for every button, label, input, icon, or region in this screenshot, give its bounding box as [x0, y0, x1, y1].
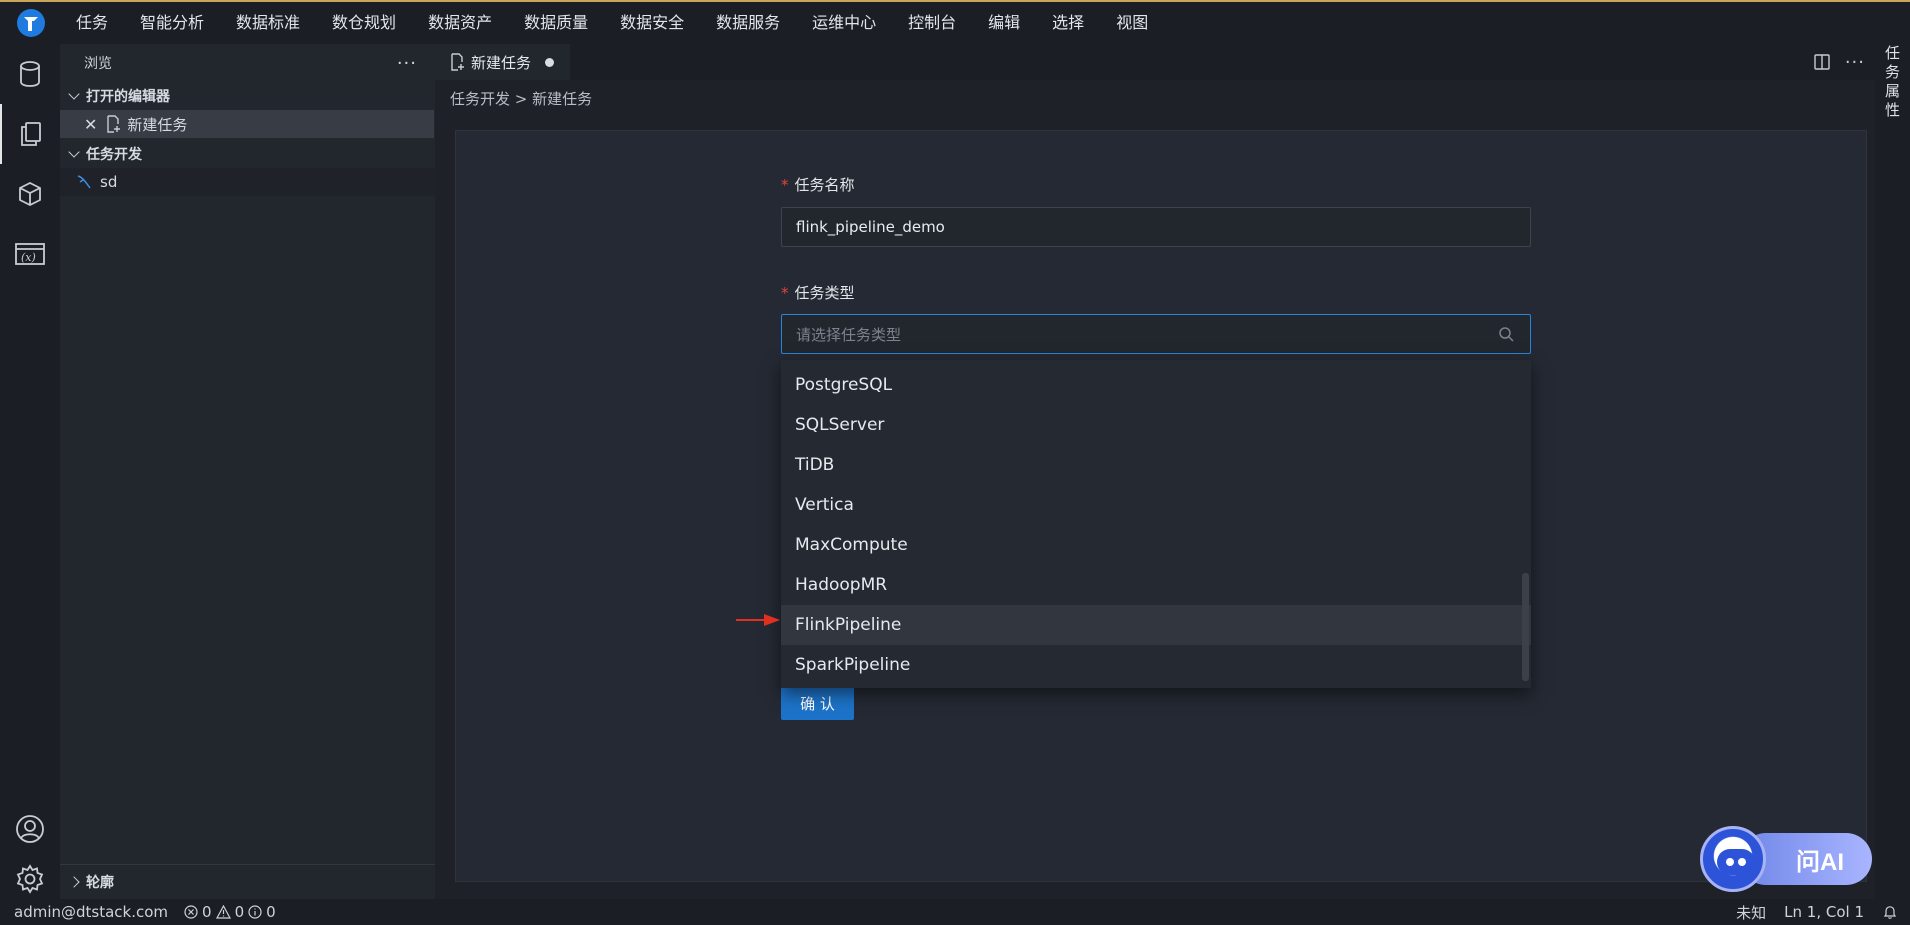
dropdown-option[interactable]: HadoopMR: [781, 565, 1531, 605]
menu-item-task[interactable]: 任务: [60, 2, 124, 44]
status-bar: admin@dtstack.com 0 0 0 未知 Ln 1, Col 1: [0, 899, 1910, 925]
activity-bar: (x): [0, 44, 60, 899]
breadcrumb-separator: >: [514, 90, 528, 108]
status-user[interactable]: admin@dtstack.com: [14, 903, 168, 921]
top-menu-bar: 任务 智能分析 数据标准 数仓规划 数据资产 数据质量 数据安全 数据服务 运维…: [0, 0, 1910, 44]
task-dev-label: 任务开发: [86, 147, 142, 163]
open-editor-item[interactable]: ✕ 新建任务: [60, 110, 434, 138]
new-file-icon: [107, 115, 121, 133]
dropdown-option[interactable]: Vertica: [781, 485, 1531, 525]
menu-item-data-standard[interactable]: 数据标准: [220, 2, 316, 44]
task-name-value: flink_pipeline_demo: [796, 218, 945, 236]
task-type-label: * 任务类型: [781, 282, 855, 303]
task-tree-item[interactable]: sd: [60, 168, 435, 196]
warning-count: 0: [234, 903, 245, 921]
status-right: 未知 Ln 1, Col 1: [1736, 902, 1910, 923]
more-actions-icon[interactable]: ···: [1845, 52, 1865, 73]
chevron-down-icon: [68, 88, 80, 100]
task-name-label: * 任务名称: [781, 174, 855, 195]
tab-new-task[interactable]: 新建任务: [435, 44, 570, 80]
task-dev-section[interactable]: 任务开发: [60, 140, 435, 168]
tab-bar: 新建任务 ···: [435, 44, 1875, 80]
menu-item-console[interactable]: 控制台: [892, 2, 972, 44]
task-tree-label: sd: [100, 173, 118, 191]
task-type-label-text: 任务类型: [794, 284, 855, 302]
dropdown-option[interactable]: TiDB: [781, 445, 1531, 485]
open-editors-label: 打开的编辑器: [86, 89, 170, 105]
task-name-input[interactable]: flink_pipeline_demo: [781, 207, 1531, 247]
menu-item-view[interactable]: 视图: [1100, 2, 1164, 44]
flink-task-icon: [77, 175, 91, 189]
info-icon: [248, 905, 262, 919]
status-cursor-position[interactable]: Ln 1, Col 1: [1784, 903, 1864, 921]
split-editor-icon[interactable]: [1813, 53, 1831, 71]
menu-item-warehouse-planning[interactable]: 数仓规划: [316, 2, 412, 44]
right-side-bar: 任务属性: [1875, 44, 1910, 899]
menu-item-edit[interactable]: 编辑: [972, 2, 1036, 44]
tab-label: 新建任务: [471, 53, 532, 72]
tab-actions: ···: [1813, 44, 1865, 80]
status-left: admin@dtstack.com 0 0 0: [0, 903, 276, 921]
open-editors-section[interactable]: 打开的编辑器: [60, 82, 435, 110]
outline-label: 轮廓: [86, 875, 114, 891]
error-icon: [184, 905, 198, 919]
warning-icon: [215, 905, 231, 919]
menu-item-select[interactable]: 选择: [1036, 2, 1100, 44]
explorer-sidebar: 浏览 ··· 打开的编辑器 ✕ 新建任务 任务开发 sd 轮廓: [60, 44, 435, 899]
ai-robot-eye: [1726, 858, 1734, 866]
menu-item-data-service[interactable]: 数据服务: [700, 2, 796, 44]
notification-bell-icon[interactable]: [1882, 904, 1898, 920]
sidebar-title: 浏览: [84, 56, 112, 72]
red-arrow-annotation-icon: [736, 614, 780, 626]
outline-section[interactable]: 轮廓: [60, 864, 435, 899]
task-type-placeholder: 请选择任务类型: [796, 325, 902, 344]
task-type-dropdown: PostgreSQL SQLServer TiDB Vertica MaxCom…: [781, 360, 1531, 688]
menu-item-data-quality[interactable]: 数据质量: [508, 2, 604, 44]
task-type-select[interactable]: 请选择任务类型: [781, 314, 1531, 354]
breadcrumb-part[interactable]: 任务开发: [450, 90, 510, 108]
menu-item-data-security[interactable]: 数据安全: [604, 2, 700, 44]
problems-indicator[interactable]: 0 0 0: [184, 903, 276, 921]
explorer-icon[interactable]: [0, 104, 60, 164]
status-language[interactable]: 未知: [1736, 902, 1766, 923]
main-menu: 任务 智能分析 数据标准 数仓规划 数据资产 数据质量 数据安全 数据服务 运维…: [60, 2, 1164, 44]
confirm-button[interactable]: 确 认: [781, 686, 854, 720]
breadcrumb: 任务开发 > 新建任务: [450, 88, 592, 109]
dropdown-scrollbar[interactable]: [1522, 573, 1529, 681]
app-logo[interactable]: [16, 8, 46, 38]
chevron-down-icon: [68, 146, 80, 158]
ai-robot-eye: [1738, 858, 1746, 866]
error-count: 0: [202, 903, 212, 921]
database-icon[interactable]: [0, 44, 60, 104]
close-icon[interactable]: ✕: [84, 115, 97, 134]
info-count: 0: [266, 903, 276, 921]
unsaved-dot-icon[interactable]: [545, 57, 555, 67]
search-icon: [1499, 327, 1514, 342]
open-editor-label: 新建任务: [127, 115, 188, 134]
required-asterisk: *: [781, 176, 789, 194]
ai-robot-face: [1717, 849, 1755, 875]
dropdown-option[interactable]: PostgreSQL: [781, 365, 1531, 405]
chevron-right-icon: [68, 876, 80, 888]
dropdown-option[interactable]: MaxCompute: [781, 525, 1531, 565]
menu-item-ops-center[interactable]: 运维中心: [796, 2, 892, 44]
sidebar-header: 浏览 ···: [60, 44, 435, 82]
ask-ai-button[interactable]: 问AI: [1700, 826, 1872, 892]
task-name-label-text: 任务名称: [794, 176, 855, 194]
more-actions-icon[interactable]: ···: [397, 53, 417, 74]
dropdown-option[interactable]: SQLServer: [781, 405, 1531, 445]
task-properties-tab[interactable]: 任务属性: [1883, 44, 1903, 120]
menu-item-data-assets[interactable]: 数据资产: [412, 2, 508, 44]
cube-icon[interactable]: [0, 164, 60, 224]
dropdown-option[interactable]: SparkPipeline: [781, 645, 1531, 685]
required-asterisk: *: [781, 284, 789, 302]
ai-robot-icon: [1700, 826, 1766, 892]
new-file-icon: [451, 53, 464, 71]
menu-item-smart-analysis[interactable]: 智能分析: [124, 2, 220, 44]
variable-icon[interactable]: (x): [0, 224, 60, 284]
breadcrumb-part[interactable]: 新建任务: [532, 90, 592, 108]
svg-text:(x): (x): [21, 251, 36, 264]
dropdown-option-hovered[interactable]: FlinkPipeline: [781, 605, 1531, 645]
